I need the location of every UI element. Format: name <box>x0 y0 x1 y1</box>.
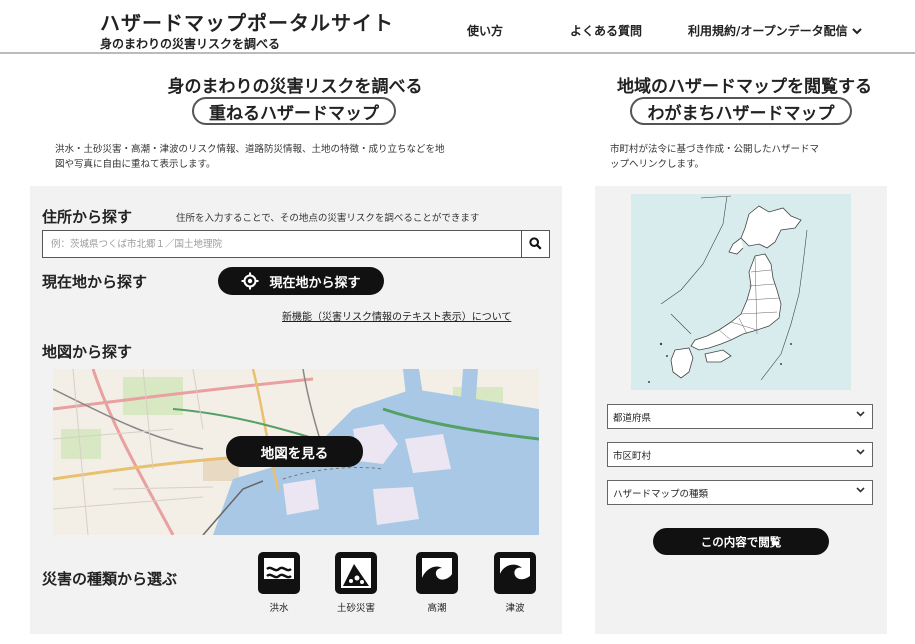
chevron-down-icon <box>856 486 865 496</box>
hazard-storm-surge-label: 高潮 <box>427 603 447 614</box>
hazard-tsunami-button[interactable]: 津波 <box>492 552 538 614</box>
location-target-icon <box>241 272 259 290</box>
left-intro-line-1: 洪水・土砂災害・高潮・津波のリスク情報、道路防災情報、土地の特徴・成り立ちなどを… <box>55 144 445 155</box>
address-search-button[interactable] <box>521 231 549 257</box>
japan-map-graphic <box>631 194 851 390</box>
kasaneru-hazard-map-title[interactable]: 重ねるハザードマップ <box>192 97 396 125</box>
municipality-select-value: 市区町村 <box>613 450 652 462</box>
site-title[interactable]: ハザードマップポータルサイト <box>100 7 394 36</box>
map-search-title: 地図から探す <box>42 343 133 361</box>
nav-terms-label: 利用規約/オープンデータ配信 <box>688 24 848 38</box>
japan-map[interactable] <box>631 194 851 390</box>
right-intro-line-1: 市町村が法令に基づき作成・公開したハザードマ <box>610 144 820 155</box>
map-preview[interactable]: 地図を見る <box>53 369 539 535</box>
site-subtitle: 身のまわりの災害リスクを調べる <box>100 37 281 51</box>
hazard-flood-label: 洪水 <box>269 603 289 614</box>
hazard-flood-button[interactable]: 洪水 <box>256 552 302 614</box>
search-icon <box>529 235 542 254</box>
nav-terms-opendata[interactable]: 利用規約/オープンデータ配信 <box>688 22 862 39</box>
tsunami-icon <box>494 552 536 594</box>
address-search-title: 住所から探す <box>42 208 133 226</box>
wagamachi-hazard-map-title[interactable]: わがまちハザードマップ <box>630 97 852 125</box>
current-location-button-label: 現在地から探す <box>269 275 361 291</box>
left-intro-text: 洪水・土砂災害・高潮・津波のリスク情報、道路防災情報、土地の特徴・成り立ちなどを… <box>55 142 545 172</box>
right-intro-line-2: ップへリンクします。 <box>610 159 705 170</box>
left-intro-line-2: 図や写真に自由に重ねて表示します。 <box>55 159 216 170</box>
site-header: ハザードマップポータルサイト 身のまわりの災害リスクを調べる 使い方 よくある質… <box>0 0 915 54</box>
nav-faq[interactable]: よくある質問 <box>570 22 642 39</box>
hazard-storm-surge-button[interactable]: 高潮 <box>414 552 460 614</box>
current-location-button[interactable]: 現在地から探す <box>218 267 384 295</box>
address-search-input[interactable] <box>43 231 521 257</box>
address-search-note: 住所を入力することで、その地点の災害リスクを調べることができます <box>176 213 480 224</box>
hazard-tsunami-label: 津波 <box>505 603 525 614</box>
chevron-down-icon <box>851 25 862 38</box>
landslide-icon <box>335 552 377 594</box>
right-heading: 地域のハザードマップを閲覧する <box>617 77 872 97</box>
view-map-button[interactable]: 地図を見る <box>226 436 363 467</box>
hazard-landslide-button[interactable]: 土砂災害 <box>333 552 379 614</box>
storm-surge-icon <box>416 552 458 594</box>
hazard-type-title: 災害の種類から選ぶ <box>42 570 178 588</box>
hazard-landslide-label: 土砂災害 <box>336 603 375 614</box>
nav-usage[interactable]: 使い方 <box>467 22 503 39</box>
prefecture-select[interactable]: 都道府県 <box>607 404 873 429</box>
municipality-select[interactable]: 市区町村 <box>607 442 873 467</box>
address-search-box <box>42 230 550 258</box>
chevron-down-icon <box>856 410 865 420</box>
current-location-title: 現在地から探す <box>42 273 148 291</box>
right-intro-text: 市町村が法令に基づき作成・公開したハザードマ ップへリンクします。 <box>610 142 880 172</box>
flood-icon <box>258 552 300 594</box>
left-heading: 身のまわりの災害リスクを調べる <box>167 77 423 97</box>
prefecture-select-value: 都道府県 <box>613 412 652 424</box>
hazard-map-type-select-value: ハザードマップの種類 <box>613 488 709 500</box>
new-feature-link[interactable]: 新機能（災害リスク情報のテキスト表示）について <box>282 308 511 323</box>
view-with-selection-button[interactable]: この内容で閲覧 <box>653 528 829 555</box>
chevron-down-icon <box>856 448 865 458</box>
hazard-map-type-select[interactable]: ハザードマップの種類 <box>607 480 873 505</box>
